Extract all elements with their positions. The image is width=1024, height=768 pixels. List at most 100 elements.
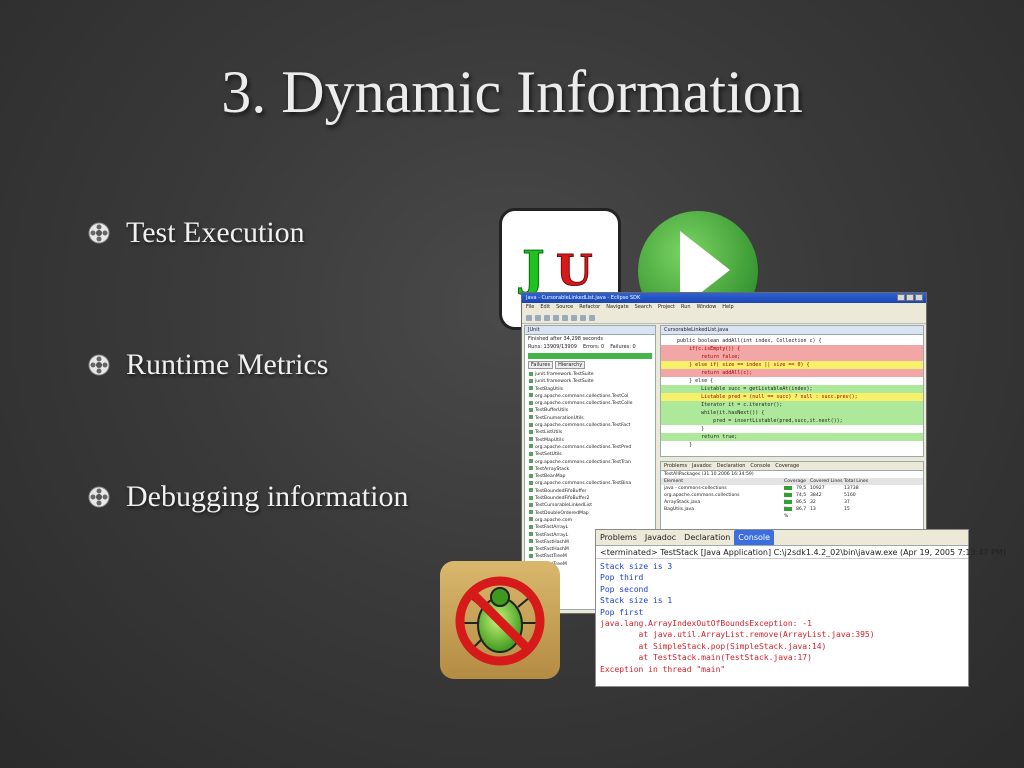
- console-line: Pop third: [600, 573, 644, 583]
- tab-declaration[interactable]: Declaration: [717, 463, 746, 469]
- maximize-icon[interactable]: [906, 294, 914, 301]
- menu-project[interactable]: Project: [658, 304, 675, 311]
- code-area[interactable]: public boolean addAll(int index, Collect…: [661, 335, 923, 449]
- col-coverage[interactable]: Coverage: [784, 478, 810, 485]
- coverage-cell-element: java - commons-collections: [664, 486, 727, 491]
- menu-source[interactable]: Source: [556, 304, 573, 311]
- tab-javadoc[interactable]: Javadoc: [692, 463, 712, 469]
- coverage-cell-covered: 13: [810, 507, 816, 512]
- coverage-cell-element: BagUtils.java: [664, 507, 695, 512]
- coverage-view: Problems Javadoc Declaration Console Cov…: [660, 461, 924, 536]
- junit-failures-tab[interactable]: Failures: [528, 361, 554, 369]
- test-tree-item[interactable]: TestSetUtils: [529, 451, 655, 458]
- test-tree-item[interactable]: TestBoundedFifoBuffer: [529, 488, 655, 495]
- console-tabs: Problems Javadoc Declaration Console: [596, 530, 968, 546]
- tab-declaration[interactable]: Declaration: [680, 533, 734, 542]
- test-tree-item[interactable]: TestEnumerationUtils: [529, 415, 655, 422]
- coverage-cell-total: 13738: [844, 486, 859, 491]
- menu-help[interactable]: Help: [722, 304, 733, 311]
- bullet-icon: [88, 354, 110, 376]
- test-tree-item[interactable]: org.apache.commons.collections.TestPred: [529, 444, 655, 451]
- close-icon[interactable]: [915, 294, 923, 301]
- code-line: pred = insertListable(pred,succ,it.next(…: [661, 417, 923, 425]
- test-tree-item[interactable]: TestBufferUtils: [529, 407, 655, 414]
- console-line: Stack size is 3: [600, 562, 673, 571]
- test-tree-item[interactable]: org.apache.commons.collections.TestBina: [529, 480, 655, 487]
- menu-refactor[interactable]: Refactor: [579, 304, 600, 311]
- junit-tab[interactable]: JUnit: [525, 326, 655, 335]
- test-tree-item[interactable]: org.apache.commons.collections.TestColle: [529, 400, 655, 407]
- code-line: if(c.isEmpty()) {: [661, 345, 923, 353]
- bullet-icon: [88, 486, 110, 508]
- coverage-header: Element Coverage Covered Lines Total Lin…: [661, 478, 923, 485]
- menu-window[interactable]: Window: [697, 304, 717, 311]
- test-tree-item[interactable]: TestCursorableLinkedList: [529, 502, 655, 509]
- test-tree-item[interactable]: org.apache.commons.collections.TestFact: [529, 422, 655, 429]
- test-tree-item[interactable]: org.apache.commons.collections.TestTran: [529, 459, 655, 466]
- coverage-row[interactable]: BagUtils.java 86,7 % 13 15: [661, 506, 923, 519]
- toolbar-back-icon[interactable]: [580, 314, 586, 321]
- coverage-cell-total: 37: [844, 500, 850, 505]
- col-covered-lines[interactable]: Covered Lines: [810, 478, 844, 485]
- test-tree-item[interactable]: junit.framework.TestSuite: [529, 378, 655, 385]
- test-tree-item[interactable]: TestBoundedFifoBuffer2: [529, 495, 655, 502]
- menu-file[interactable]: File: [526, 304, 534, 311]
- toolbar-print-icon[interactable]: [544, 314, 550, 321]
- tab-console[interactable]: Console: [750, 463, 770, 469]
- slide-title: 3. Dynamic Information: [221, 59, 803, 125]
- coverage-cell-coverage: 86,7 %: [784, 506, 810, 519]
- editor-tab[interactable]: CursorableLinkedList.java: [661, 326, 923, 335]
- code-line: } else if( size == index || size == 0) {: [661, 361, 923, 369]
- test-tree-item[interactable]: TestBagUtils: [529, 386, 655, 393]
- menu-edit[interactable]: Edit: [540, 304, 550, 311]
- test-tree-item[interactable]: TestBeanMap: [529, 473, 655, 480]
- toolbar-save-icon[interactable]: [535, 314, 541, 321]
- test-tree-item[interactable]: TestMapUtils: [529, 437, 655, 444]
- coverage-cell-covered: 10927: [810, 486, 825, 491]
- console-line: Stack size is 1: [600, 596, 673, 606]
- console-window: Problems Javadoc Declaration Console <te…: [595, 529, 1006, 687]
- test-tree-item[interactable]: org.apache.commons.collections.TestCol: [529, 393, 655, 400]
- col-element[interactable]: Element: [664, 478, 784, 485]
- toolbar-run-icon[interactable]: [562, 314, 568, 321]
- toolbar-search-icon[interactable]: [571, 314, 577, 321]
- menu-navigate[interactable]: Navigate: [606, 304, 628, 311]
- coverage-cell-covered: 32: [810, 500, 816, 505]
- tab-problems[interactable]: Problems: [664, 463, 687, 469]
- eclipse-toolbar: [522, 312, 926, 324]
- menu-run[interactable]: Run: [681, 304, 691, 311]
- console-output[interactable]: Stack size is 3 Pop third Pop second Stack …: [596, 559, 968, 677]
- coverage-row[interactable]: org.apache.commons.collections 74,5 %3842…: [661, 492, 923, 505]
- test-tree-item[interactable]: TestListUtils: [529, 429, 655, 436]
- toolbar-new-icon[interactable]: [526, 314, 532, 321]
- console-line: at SimpleStack.pop(SimpleStack.java:14): [600, 641, 827, 651]
- tab-console[interactable]: Console: [734, 530, 775, 545]
- code-line: Listable pred = (null == succ) ? null : …: [661, 393, 923, 401]
- eclipse-window-title: Java - CursorableLinkedList.java - Eclip…: [526, 295, 641, 301]
- test-tree-item[interactable]: TestDoubleOrderedMap: [529, 510, 655, 517]
- coverage-row[interactable]: ArrayStack.java 86,5 %32 37: [661, 499, 923, 512]
- tab-problems[interactable]: Problems: [596, 533, 641, 542]
- coverage-bar: [784, 485, 792, 490]
- tab-coverage[interactable]: Coverage: [775, 463, 799, 469]
- menu-search[interactable]: Search: [635, 304, 652, 311]
- coverage-cell-element: org.apache.commons.collections: [664, 493, 740, 498]
- console-line: Pop second: [600, 584, 649, 594]
- bullet-text: Runtime Metrics: [126, 348, 329, 381]
- toolbar-forward-icon[interactable]: [589, 314, 595, 321]
- bullet-test-execution: Test Execution: [88, 216, 305, 250]
- junit-hierarchy-tab[interactable]: Hierarchy: [555, 361, 586, 369]
- col-total-lines[interactable]: Total Lines: [844, 478, 884, 485]
- code-line: return true;: [661, 433, 923, 441]
- test-tree-item[interactable]: org.apache.com: [529, 517, 655, 524]
- toolbar-debug-icon[interactable]: [553, 314, 559, 321]
- tab-javadoc[interactable]: Javadoc: [641, 533, 680, 542]
- minimize-icon[interactable]: [897, 294, 905, 301]
- console-line: at java.util.ArrayList.remove(ArrayList.…: [600, 630, 875, 640]
- coverage-row[interactable]: java - commons-collections 79,5 %10927 137…: [661, 485, 923, 498]
- test-tree-item[interactable]: TestArrayStack: [529, 466, 655, 473]
- test-tree-item[interactable]: junit.framework.TestSuite: [529, 371, 655, 378]
- junit-progress-bar: [528, 353, 652, 359]
- code-line: Listable succ = getListableAt(index);: [661, 385, 923, 393]
- bullet-runtime-metrics: Runtime Metrics: [88, 348, 328, 382]
